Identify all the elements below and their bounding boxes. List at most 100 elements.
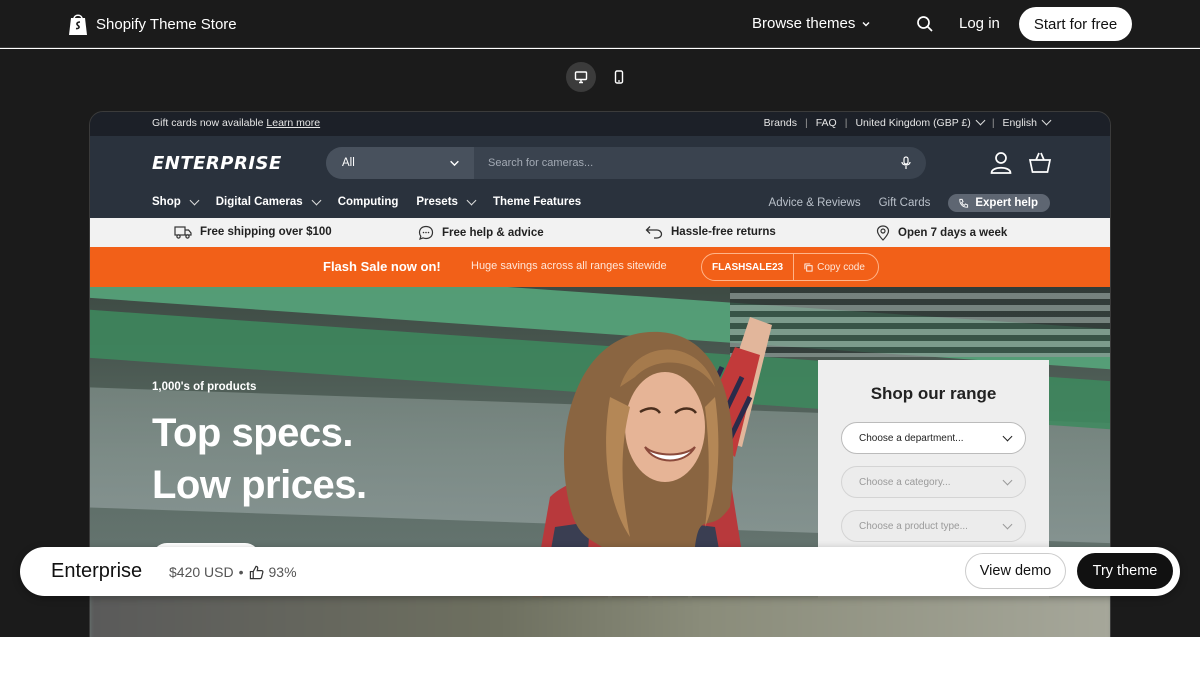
faq-link[interactable]: FAQ	[816, 117, 837, 129]
chevron-down-icon	[1041, 115, 1052, 126]
store-logo[interactable]: Shopify Theme Store	[68, 12, 237, 36]
chevron-down-icon	[975, 115, 986, 126]
nav-item-presets[interactable]: Presets	[416, 195, 477, 208]
page-bottom	[0, 637, 1200, 676]
store-logo-text: Shopify Theme Store	[96, 15, 237, 33]
phone-icon	[959, 198, 969, 208]
country-selector[interactable]: United Kingdom (GBP £)	[855, 115, 986, 129]
flash-sale-subtitle: Huge savings across all ranges sitewide	[471, 260, 667, 272]
flash-sale-bar: Flash Sale now on! Huge savings across a…	[90, 247, 1110, 287]
copy-code-label: Copy code	[817, 261, 865, 273]
nav-label: Digital Cameras	[215, 196, 303, 208]
view-demo-button[interactable]: View demo	[965, 553, 1066, 589]
search-category-select[interactable]: All	[326, 147, 474, 179]
nav-label: Computing	[337, 196, 399, 208]
department-select[interactable]: Choose a department...	[841, 422, 1026, 454]
shopify-bag-icon	[69, 14, 87, 35]
return-arrow-icon	[645, 226, 663, 239]
chevron-down-icon	[450, 160, 459, 166]
nav-item-computing[interactable]: Computing	[338, 196, 399, 208]
divider: |	[991, 117, 995, 129]
hero-lower-blur	[90, 594, 1110, 637]
nav-item-theme-features[interactable]: Theme Features	[493, 196, 581, 208]
flash-sale-title: Flash Sale now on!	[323, 259, 441, 274]
theme-price: $420 USD	[169, 564, 234, 580]
hero-heading: Top specs. Low prices.	[152, 407, 367, 511]
main-nav: Shop Digital Cameras Computing Presets T…	[152, 195, 581, 208]
product-type-select[interactable]: Choose a product type...	[841, 510, 1026, 542]
secondary-nav: Advice & Reviews Gift Cards Expert help	[769, 194, 1050, 212]
usp-opening: Open 7 days a week	[876, 225, 1007, 241]
range-title: Shop our range	[870, 384, 997, 403]
usp-label: Free shipping over $100	[200, 226, 332, 238]
desktop-view-button[interactable]	[566, 62, 596, 92]
brands-link[interactable]: Brands	[764, 117, 797, 129]
microphone-icon[interactable]	[886, 147, 926, 179]
usp-label: Open 7 days a week	[898, 227, 1008, 239]
hero-kicker: 1,000's of products	[152, 381, 257, 393]
thumbs-up-icon	[249, 565, 263, 579]
search-category-label: All	[342, 157, 355, 169]
theme-rating: 93%	[268, 564, 297, 580]
login-link[interactable]: Log in	[959, 15, 1000, 32]
chevron-down-icon	[1002, 431, 1013, 441]
nav-item-shop[interactable]: Shop	[152, 195, 200, 208]
product-type-select-label: Choose a product type...	[859, 520, 968, 532]
usp-label: Free help & advice	[442, 227, 544, 239]
discount-code-pill: FLASHSALE23 Copy code	[701, 253, 879, 281]
meta-bullet: •	[238, 564, 244, 580]
copy-icon	[804, 262, 813, 272]
device-toggle	[566, 62, 634, 92]
nav-item-digital-cameras[interactable]: Digital Cameras	[215, 195, 322, 208]
divider: |	[844, 117, 848, 129]
divider: |	[804, 117, 808, 129]
language-label: English	[1002, 117, 1037, 129]
chevron-down-icon	[311, 195, 322, 205]
usp-bar: Free shipping over $100 Free help & advi…	[90, 218, 1110, 247]
nav-label: Presets	[416, 196, 458, 208]
hero-bg-railing	[730, 287, 1110, 357]
usp-shipping: Free shipping over $100	[174, 225, 332, 239]
announcement-right: Brands | FAQ | United Kingdom (GBP £) | …	[764, 115, 1052, 129]
announcement-left: Gift cards now available Learn more	[152, 117, 320, 129]
chevron-down-icon	[466, 195, 477, 205]
usp-help: Free help & advice	[418, 225, 544, 241]
usp-returns: Hassle-free returns	[645, 225, 776, 239]
gift-cards-link[interactable]: Gift Cards	[879, 197, 931, 209]
category-select[interactable]: Choose a category...	[841, 466, 1026, 498]
nav-label: Theme Features	[492, 196, 582, 208]
expert-help-label: Expert help	[975, 197, 1038, 209]
hero-heading-line: Low prices.	[152, 463, 367, 507]
theme-action-bar: Enterprise $420 USD • 93% View demo Try …	[20, 547, 1180, 596]
hero-heading-line: Top specs.	[152, 411, 353, 455]
chevron-down-icon	[1002, 519, 1013, 529]
mobile-icon	[614, 70, 624, 84]
advice-reviews-link[interactable]: Advice & Reviews	[769, 197, 861, 209]
nav-label: Shop	[152, 196, 181, 208]
copy-code-button[interactable]: Copy code	[794, 262, 875, 273]
announcement-text: Gift cards now available	[152, 117, 264, 129]
chevron-down-icon	[189, 195, 200, 205]
desktop-icon	[574, 71, 588, 84]
expert-help-button[interactable]: Expert help	[948, 194, 1050, 212]
mobile-view-button[interactable]	[604, 62, 634, 92]
browse-themes-menu[interactable]: Browse themes	[752, 15, 871, 32]
browse-themes-label: Browse themes	[752, 15, 856, 32]
chevron-down-icon	[862, 21, 870, 26]
truck-icon	[174, 226, 192, 239]
search-bar: All	[326, 147, 926, 179]
search-input[interactable]	[474, 147, 886, 179]
account-icon[interactable]	[990, 151, 1012, 175]
chat-icon	[418, 225, 434, 240]
search-icon[interactable]	[916, 15, 934, 33]
try-theme-button[interactable]: Try theme	[1077, 553, 1173, 589]
department-select-label: Choose a department...	[859, 432, 964, 444]
start-for-free-button[interactable]: Start for free	[1019, 7, 1132, 41]
store-header: ENTERPRISE All Shop D	[90, 136, 1110, 218]
language-selector[interactable]: English	[1002, 115, 1052, 129]
usp-label: Hassle-free returns	[671, 226, 776, 238]
basket-icon[interactable]	[1028, 151, 1052, 175]
country-label: United Kingdom (GBP £)	[855, 117, 971, 129]
brand-logo[interactable]: ENTERPRISE	[152, 153, 282, 174]
learn-more-link[interactable]: Learn more	[266, 117, 320, 129]
